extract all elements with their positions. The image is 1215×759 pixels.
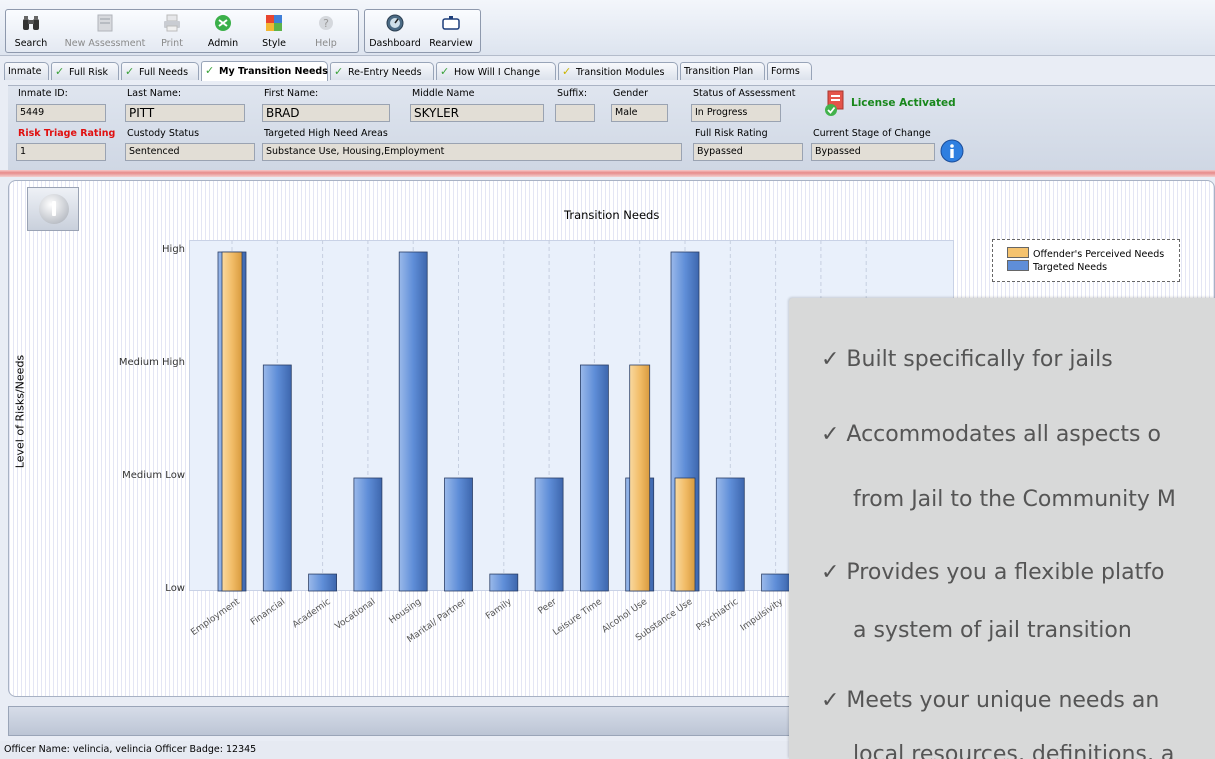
bar-targeted-needs — [489, 573, 519, 592]
legend-label: Offender's Perceived Needs — [1033, 249, 1165, 260]
bar-targeted-needs — [353, 477, 383, 592]
legend-item-perceived: Offender's Perceived Needs — [1007, 247, 1164, 260]
legend-item-targeted: Targeted Needs — [1007, 260, 1107, 273]
bar-perceived-needs — [674, 477, 696, 592]
legend-swatch — [1007, 260, 1029, 271]
overlay-line: ✓ Built specifically for jails — [821, 347, 1113, 372]
y-tick-label: Medium Low — [122, 470, 185, 481]
overlay-line: from Jail to the Community M — [853, 487, 1176, 512]
legend-label: Targeted Needs — [1033, 262, 1108, 273]
bar-targeted-needs — [715, 477, 745, 592]
bar-targeted-needs — [262, 364, 292, 592]
overlay-line: local resources, definitions, a — [853, 742, 1175, 759]
overlay-line: ✓ Provides you a flexible platfo — [821, 560, 1165, 585]
bar-targeted-needs — [444, 477, 473, 592]
bar-perceived-needs — [629, 364, 651, 592]
feature-overlay: ✓ Built specifically for jails ✓ Accommo… — [789, 298, 1215, 759]
overlay-line: a system of jail transition — [853, 618, 1132, 643]
overlay-line: ✓ Accommodates all aspects o — [821, 422, 1161, 447]
y-tick-label: High — [162, 244, 185, 255]
y-tick-label: Medium High — [118, 357, 185, 368]
bar-targeted-needs — [534, 477, 564, 592]
overlay-line: ✓ Meets your unique needs an — [821, 688, 1160, 713]
bar-perceived-needs — [221, 251, 243, 592]
bar-targeted-needs — [308, 573, 338, 592]
y-tick-label: Low — [165, 583, 185, 594]
bar-targeted-needs — [398, 251, 428, 592]
legend-swatch — [1007, 247, 1029, 258]
chart-legend: Offender's Perceived Needs Targeted Need… — [992, 239, 1180, 282]
bar-targeted-needs — [761, 573, 790, 592]
bar-targeted-needs — [580, 364, 609, 592]
